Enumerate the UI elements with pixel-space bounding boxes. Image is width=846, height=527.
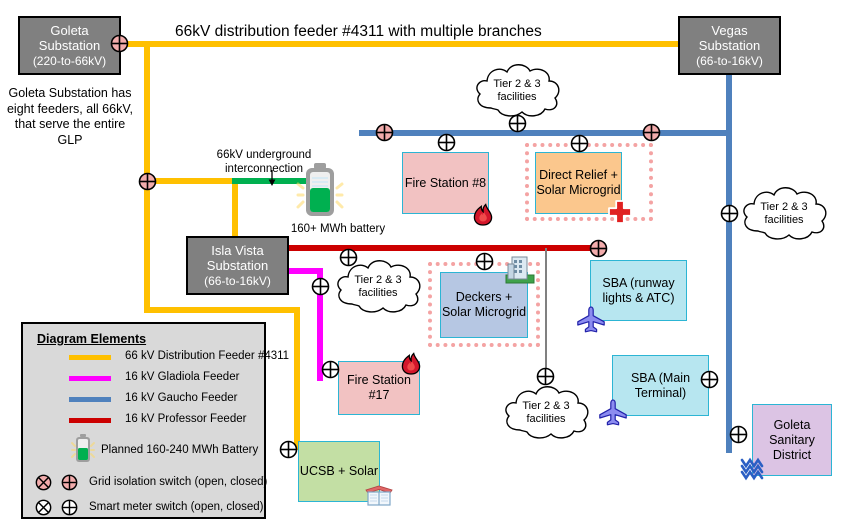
substation-goleta-line1: Goleta	[50, 23, 89, 39]
wire-gray-drop	[545, 248, 547, 376]
legend-label-smart-meter: Smart meter switch (open, closed)	[89, 501, 264, 513]
book-icon	[364, 480, 394, 508]
wire-66kv-down-to-isla-vista	[232, 178, 238, 240]
substation-vegas-line1: Vegas	[711, 23, 748, 39]
substation-goleta-line2: Substation	[38, 38, 101, 54]
cloud-bottom-text: Tier 2 & 3 facilities	[522, 399, 570, 425]
legend-grid-isolation-closed-icon	[61, 474, 78, 491]
substation-isla-vista-line2: Substation	[206, 258, 269, 274]
battery-label: 160+ MWh battery	[290, 223, 386, 235]
wire-66kv-down-to-ucsb	[294, 307, 300, 450]
diagram-canvas: Goleta Substation (220-to-66kV) Vegas Su…	[0, 0, 846, 527]
wire-66kv-top-horizontal	[118, 41, 683, 47]
legend-label-gladiola: 16 kV Gladiola Feeder	[125, 371, 240, 383]
grid-isolation-switch-66kv-branch[interactable]	[138, 172, 157, 191]
smart-meter-switch-cloud-left-top[interactable]	[339, 248, 358, 267]
fire-icon	[397, 348, 425, 376]
legend-label-gaucho: 16 kV Gaucho Feeder	[125, 392, 238, 404]
airplane-icon	[575, 305, 607, 335]
smart-meter-switch-fire-station-17[interactable]	[321, 360, 340, 379]
substation-goleta[interactable]: Goleta Substation (220-to-66kV)	[18, 16, 121, 75]
cloud-top: Tier 2 & 3 facilities	[469, 60, 565, 122]
grid-isolation-switch-gaucho-west[interactable]	[375, 123, 394, 142]
water-icon	[738, 452, 768, 481]
smart-meter-switch-cloud-bottom[interactable]	[536, 367, 555, 386]
wire-66kv-left-vertical	[144, 41, 150, 183]
substation-vegas-line3: (66-to-16kV)	[696, 53, 763, 68]
smart-meter-switch-sba-terminal[interactable]	[700, 370, 719, 389]
cloud-right-text: Tier 2 & 3 facilities	[760, 200, 808, 226]
substation-goleta-line3: (220-to-66kV)	[32, 53, 107, 68]
facility-sba-runway-label: SBA (runway lights & ATC)	[602, 275, 675, 305]
substation-isla-vista-line1: Isla Vista	[211, 243, 264, 259]
legend-grid-isolation-open-icon	[35, 474, 52, 491]
legend-swatch-professor	[69, 418, 111, 423]
facility-sba-terminal-label: SBA (Main Terminal)	[630, 370, 691, 400]
airplane-icon	[597, 398, 629, 428]
facility-fire-station-8-label: Fire Station #8	[404, 175, 487, 190]
facility-deckers-label: Deckers + Solar Microgrid	[441, 290, 527, 319]
cloud-top-text: Tier 2 & 3 facilities	[493, 77, 541, 103]
cloud-right: Tier 2 & 3 facilities	[736, 183, 832, 245]
legend-panel: Diagram Elements 66 kV Distribution Feed…	[21, 322, 289, 519]
legend-label-grid-isolation: Grid isolation switch (open, closed)	[89, 476, 268, 488]
wire-66kv-down-left	[144, 178, 150, 313]
smart-meter-switch-cloud-right[interactable]	[720, 204, 739, 223]
underground-arrow-icon	[266, 170, 278, 186]
wire-professor-horizontal	[283, 245, 598, 251]
smart-meter-switch-cloud-left-gladiola[interactable]	[311, 277, 330, 296]
substation-vegas[interactable]: Vegas Substation (66-to-16kV)	[678, 16, 781, 75]
legend-smart-meter-open-icon	[35, 499, 52, 516]
smart-meter-switch-cloud-top[interactable]	[508, 114, 527, 133]
battery-icon	[296, 162, 344, 220]
smart-meter-switch-direct-relief[interactable]	[570, 134, 589, 153]
fire-icon	[469, 199, 497, 227]
wire-gaucho-horizontal	[359, 130, 729, 136]
medical-cross-icon	[606, 198, 634, 226]
legend-label-battery: Planned 160-240 MWh Battery	[101, 444, 259, 456]
legend-battery-icon	[71, 434, 95, 464]
wire-gaucho-vertical	[726, 70, 732, 453]
grid-isolation-switch-professor-east[interactable]	[589, 239, 608, 258]
legend-swatch-gladiola	[69, 376, 111, 381]
facility-fire-station-17-label: Fire Station #17	[347, 373, 411, 402]
facility-ucsb-label: UCSB + Solar	[299, 464, 379, 478]
wire-66kv-bottom-jog	[144, 307, 300, 313]
facility-direct-relief-label: Direct Relief + Solar Microgrid	[536, 168, 621, 197]
legend-smart-meter-closed-icon	[61, 499, 78, 516]
substation-vegas-line2: Substation	[698, 38, 761, 54]
legend-label-professor: 16 kV Professor Feeder	[125, 413, 247, 425]
smart-meter-switch-goleta-sanitary[interactable]	[729, 425, 748, 444]
substation-isla-vista-line3: (66-to-16kV)	[204, 273, 271, 288]
legend-swatch-gaucho	[69, 397, 111, 402]
diagram-title: 66kV distribution feeder #4311 with mult…	[175, 23, 542, 40]
legend-swatch-feeder-4311	[69, 355, 111, 360]
grid-isolation-switch-gaucho-east[interactable]	[642, 123, 661, 142]
legend-title: Diagram Elements	[37, 332, 147, 346]
legend-label-feeder-4311: 66 kV Distribution Feeder #4311	[125, 350, 290, 362]
substation-isla-vista[interactable]: Isla Vista Substation (66-to-16kV)	[186, 236, 289, 295]
cloud-bottom: Tier 2 & 3 facilities	[498, 382, 594, 444]
smart-meter-switch-ucsb[interactable]	[279, 440, 298, 459]
office-building-icon	[504, 255, 536, 285]
smart-meter-switch-fire-station-8[interactable]	[437, 133, 456, 152]
goleta-note: Goleta Substation has eight feeders, all…	[6, 86, 133, 147]
grid-isolation-switch-goleta[interactable]	[110, 34, 129, 53]
wire-66kv-branch-to-green	[144, 178, 238, 184]
smart-meter-switch-deckers[interactable]	[475, 252, 494, 271]
